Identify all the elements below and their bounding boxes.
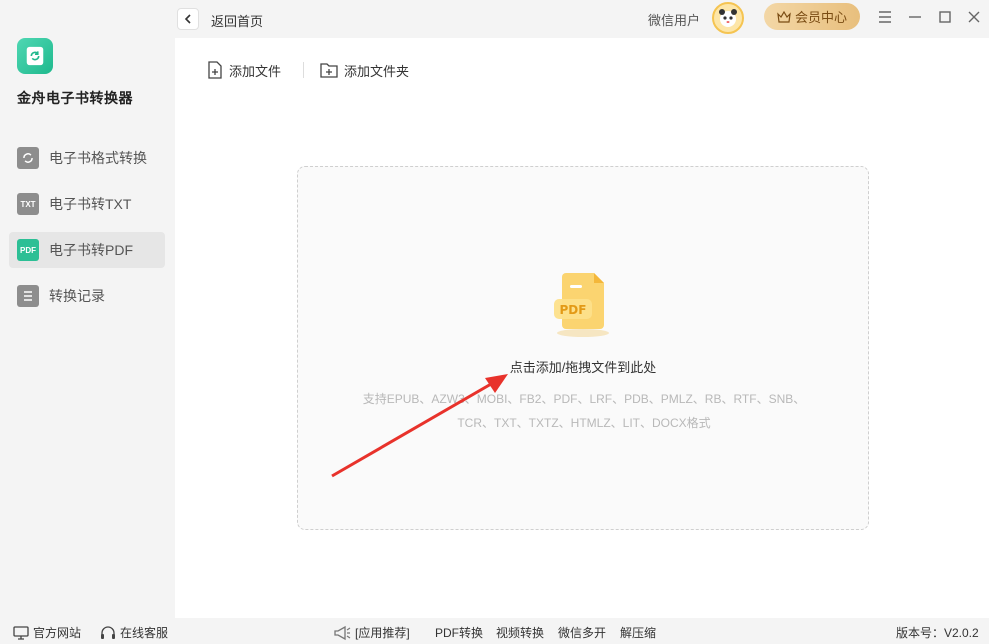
website-label: 官方网站: [33, 626, 82, 640]
sidebar: 金舟电子书转换器 电子书格式转换 TXT 电子书转TXT PDF 电子书转PDF: [0, 0, 175, 618]
back-button[interactable]: [177, 8, 199, 30]
add-file-icon: [208, 61, 222, 79]
panda-avatar-icon: [719, 9, 737, 27]
vip-center-label: 会员中心: [794, 10, 847, 25]
pdf-file-icon: PDF: [554, 273, 609, 337]
app-window: 金舟电子书转换器 电子书格式转换 TXT 电子书转TXT PDF 电子书转PDF: [0, 0, 989, 644]
sidebar-nav: 电子书格式转换 TXT 电子书转TXT PDF 电子书转PDF 转换记录: [9, 140, 165, 324]
add-file-button[interactable]: 添加文件: [207, 60, 281, 80]
support-label: 在线客服: [120, 626, 169, 640]
sidebar-item-label: 电子书转PDF: [49, 242, 133, 258]
crown-icon: [777, 10, 791, 23]
support-link[interactable]: 在线客服: [100, 624, 168, 641]
maximize-icon[interactable]: [936, 8, 954, 26]
sidebar-item-format-convert[interactable]: 电子书格式转换: [9, 140, 165, 176]
recommend-link-pdf[interactable]: PDF转换: [435, 624, 483, 641]
recommend-link-unzip[interactable]: 解压缩: [620, 624, 656, 641]
sidebar-item-history[interactable]: 转换记录: [9, 278, 165, 314]
sidebar-item-to-txt[interactable]: TXT 电子书转TXT: [9, 186, 165, 222]
recommend-label: [应用推荐]: [355, 626, 410, 640]
app-name: 金舟电子书转换器: [17, 90, 133, 106]
pdf-icon: PDF: [17, 239, 39, 261]
toolbar-divider: [303, 62, 304, 78]
user-name[interactable]: 微信用户: [648, 10, 700, 29]
main-panel: 添加文件 添加文件夹 PDF 点击添加/拖拽文件到此处 支持EPUB、AZW3、…: [175, 38, 989, 618]
pdf-icon-text: PDF: [560, 303, 587, 317]
minimize-icon[interactable]: [906, 8, 924, 26]
txt-icon: TXT: [17, 193, 39, 215]
website-link[interactable]: 官方网站: [13, 624, 81, 641]
sidebar-item-to-pdf[interactable]: PDF 电子书转PDF: [9, 232, 165, 268]
menu-icon[interactable]: [876, 8, 894, 26]
close-icon[interactable]: [965, 8, 983, 26]
chevron-left-icon: [184, 14, 191, 24]
add-folder-label: 添加文件夹: [344, 63, 410, 79]
red-arrow-annotation: [331, 374, 508, 478]
version-label: 版本号：V2.0.2: [896, 626, 979, 640]
avatar[interactable]: [712, 2, 744, 34]
add-folder-icon: [320, 63, 338, 78]
recommend-section: [应用推荐]: [333, 624, 410, 641]
megaphone-icon: [334, 625, 351, 640]
sidebar-item-label: 电子书格式转换: [49, 150, 147, 166]
headset-icon: [101, 625, 115, 639]
vip-center-button[interactable]: 会员中心: [764, 3, 860, 30]
refresh-icon: [17, 147, 39, 169]
record-icon: [17, 285, 39, 307]
sidebar-item-label: 转换记录: [49, 288, 105, 304]
recommend-link-video[interactable]: 视频转换: [496, 624, 544, 641]
recommend-link-wechat[interactable]: 微信多开: [558, 624, 606, 641]
sidebar-item-label: 电子书转TXT: [49, 196, 132, 212]
add-file-label: 添加文件: [229, 63, 282, 79]
footer: 官方网站 在线客服 [应用推荐] PDF转换 视频转换 微信多开 解压缩 版本号…: [0, 618, 989, 644]
back-home-link[interactable]: 返回首页: [211, 11, 263, 30]
monitor-icon: [13, 625, 29, 640]
add-folder-button[interactable]: 添加文件夹: [320, 60, 409, 80]
app-logo-icon: [17, 38, 53, 74]
